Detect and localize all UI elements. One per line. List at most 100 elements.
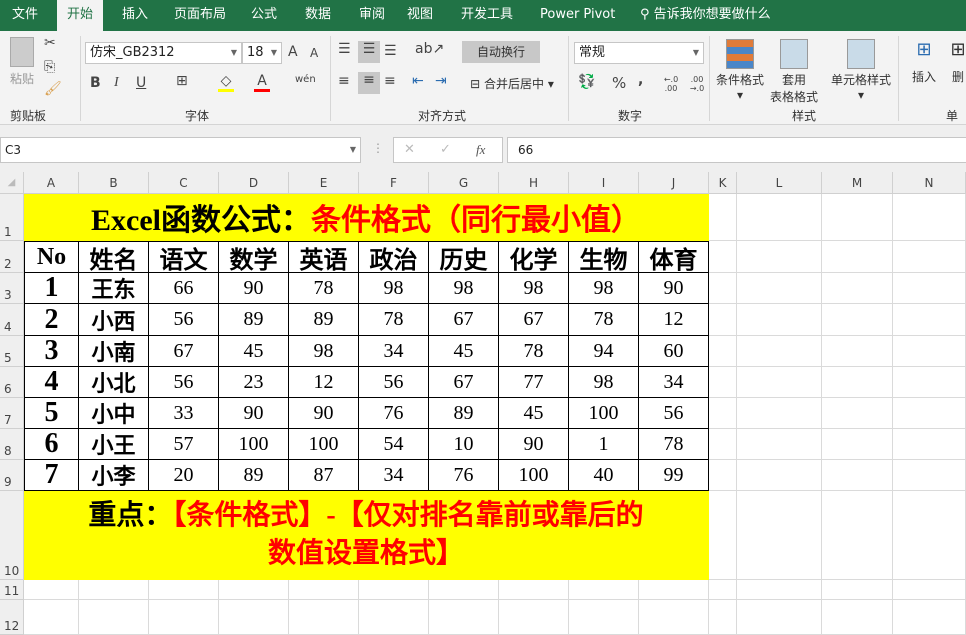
- column-header-B[interactable]: B: [79, 172, 149, 194]
- table-header[interactable]: 英语: [289, 241, 359, 274]
- table-cell[interactable]: 5: [24, 397, 79, 429]
- table-cell[interactable]: 56: [639, 398, 709, 429]
- table-cell[interactable]: 34: [359, 336, 429, 367]
- cell[interactable]: [737, 367, 822, 398]
- table-header[interactable]: 化学: [499, 241, 569, 274]
- cell[interactable]: [737, 398, 822, 429]
- table-cell[interactable]: 小南: [79, 336, 149, 367]
- column-header-N[interactable]: N: [893, 172, 966, 194]
- cell[interactable]: [737, 273, 822, 304]
- cell[interactable]: [709, 580, 737, 600]
- table-header[interactable]: 姓名: [79, 241, 149, 274]
- format-as-table-button[interactable]: 套用 表格格式: [766, 39, 822, 105]
- cell[interactable]: [822, 241, 893, 273]
- cell[interactable]: [289, 580, 359, 600]
- align-right-icon[interactable]: ≡: [384, 73, 396, 89]
- column-header-E[interactable]: E: [289, 172, 359, 194]
- title-cell[interactable]: Excel函数公式： 条件格式（同行最小值）: [24, 194, 709, 241]
- align-middle-icon[interactable]: ☰: [358, 41, 380, 63]
- tab-7[interactable]: 视图: [397, 0, 443, 31]
- fill-color-icon[interactable]: ◇: [218, 73, 234, 92]
- table-cell[interactable]: 23: [219, 367, 289, 398]
- row-header-6[interactable]: 6: [0, 367, 24, 398]
- row-header-3[interactable]: 3: [0, 273, 24, 304]
- cell[interactable]: [219, 600, 289, 635]
- cell[interactable]: [893, 460, 966, 491]
- cell[interactable]: [893, 429, 966, 460]
- cell[interactable]: [639, 580, 709, 600]
- table-cell[interactable]: 20: [149, 460, 219, 491]
- column-header-K[interactable]: K: [709, 172, 737, 194]
- table-cell[interactable]: 45: [499, 398, 569, 429]
- table-cell[interactable]: 90: [219, 398, 289, 429]
- cell[interactable]: [79, 600, 149, 635]
- table-cell[interactable]: 94: [569, 336, 639, 367]
- decrease-indent-icon[interactable]: ⇤: [412, 73, 424, 89]
- increase-decimal-button[interactable]: ←.0 .00: [662, 75, 680, 93]
- table-cell[interactable]: 89: [289, 304, 359, 336]
- name-box[interactable]: C3 ▼: [0, 137, 361, 163]
- table-cell[interactable]: 34: [359, 460, 429, 491]
- cell[interactable]: [709, 460, 737, 491]
- table-cell[interactable]: 小北: [79, 367, 149, 398]
- enter-icon[interactable]: ✓: [440, 140, 451, 160]
- table-cell[interactable]: 100: [499, 460, 569, 491]
- note-cell[interactable]: 重点：【条件格式】-【仅对排名靠前或靠后的 数值设置格式】: [24, 491, 709, 580]
- grow-font-icon[interactable]: A: [288, 44, 298, 60]
- font-size-select[interactable]: 18 ▼: [242, 42, 282, 64]
- align-top-icon[interactable]: ☰: [338, 41, 351, 57]
- table-cell[interactable]: 40: [569, 460, 639, 491]
- table-cell[interactable]: 67: [429, 304, 499, 336]
- cell[interactable]: [359, 580, 429, 600]
- table-cell[interactable]: 98: [499, 273, 569, 304]
- table-cell[interactable]: 7: [24, 459, 79, 491]
- table-cell[interactable]: 45: [429, 336, 499, 367]
- cell[interactable]: [709, 600, 737, 635]
- cell[interactable]: [737, 600, 822, 635]
- table-cell[interactable]: 小西: [79, 304, 149, 336]
- table-cell[interactable]: 76: [429, 460, 499, 491]
- table-cell[interactable]: 66: [149, 273, 219, 304]
- column-header-L[interactable]: L: [737, 172, 822, 194]
- cell[interactable]: [289, 600, 359, 635]
- cell[interactable]: [569, 580, 639, 600]
- cell[interactable]: [639, 600, 709, 635]
- cell[interactable]: [359, 600, 429, 635]
- phonetic-button[interactable]: wén: [295, 74, 316, 85]
- table-cell[interactable]: 2: [24, 304, 79, 336]
- cell[interactable]: [737, 194, 822, 241]
- font-color-button[interactable]: A: [254, 73, 270, 92]
- tab-8[interactable]: 开发工具: [451, 0, 523, 31]
- row-header-12[interactable]: 12: [0, 600, 24, 635]
- table-header[interactable]: 生物: [569, 241, 639, 274]
- table-cell[interactable]: 67: [429, 367, 499, 398]
- cell[interactable]: [709, 491, 737, 580]
- row-header-7[interactable]: 7: [0, 398, 24, 429]
- table-cell[interactable]: 78: [569, 304, 639, 336]
- table-cell[interactable]: 99: [639, 460, 709, 491]
- cell[interactable]: [737, 241, 822, 273]
- table-cell[interactable]: 33: [149, 398, 219, 429]
- table-cell[interactable]: 3: [24, 335, 79, 367]
- cell[interactable]: [429, 600, 499, 635]
- cut-icon[interactable]: ✂: [44, 35, 56, 51]
- cell[interactable]: [709, 241, 737, 273]
- tab-9[interactable]: Power Pivot: [530, 0, 625, 31]
- table-cell[interactable]: 1: [24, 272, 79, 304]
- format-painter-icon[interactable]: 🖌: [44, 81, 62, 97]
- column-header-M[interactable]: M: [822, 172, 893, 194]
- cell[interactable]: [737, 460, 822, 491]
- cell[interactable]: [737, 491, 822, 580]
- table-cell[interactable]: 100: [289, 429, 359, 460]
- delete-cells-button[interactable]: ⊞ 删: [948, 39, 966, 85]
- column-header-G[interactable]: G: [429, 172, 499, 194]
- table-cell[interactable]: 57: [149, 429, 219, 460]
- table-cell[interactable]: 90: [639, 273, 709, 304]
- row-header-8[interactable]: 8: [0, 429, 24, 460]
- table-header[interactable]: 政治: [359, 241, 429, 274]
- table-cell[interactable]: 56: [359, 367, 429, 398]
- row-header-2[interactable]: 2: [0, 241, 24, 273]
- cell[interactable]: [737, 580, 822, 600]
- row-header-9[interactable]: 9: [0, 460, 24, 491]
- cell[interactable]: [822, 273, 893, 304]
